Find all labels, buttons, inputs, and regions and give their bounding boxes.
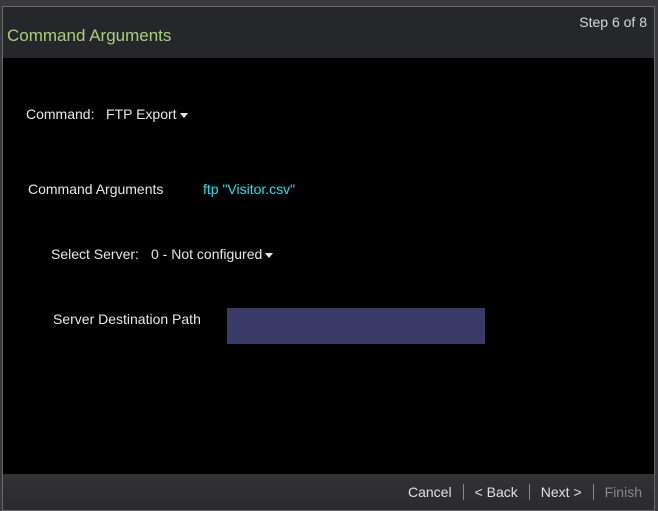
- wizard-footer: Cancel < Back Next > Finish: [3, 474, 654, 510]
- divider: [462, 484, 464, 500]
- chevron-down-icon: [265, 252, 274, 258]
- wizard-header: Command Arguments Step 6 of 8: [3, 7, 654, 58]
- server-dropdown[interactable]: 0 - Not configured: [151, 246, 274, 262]
- wizard-window: Command Arguments Step 6 of 8 Command: F…: [2, 6, 655, 511]
- server-path-label: Server Destination Path: [53, 311, 201, 327]
- next-button[interactable]: Next >: [541, 484, 582, 500]
- back-button[interactable]: < Back: [475, 484, 518, 500]
- cancel-button[interactable]: Cancel: [408, 484, 452, 500]
- chevron-down-icon: [179, 112, 188, 118]
- command-value: FTP Export: [106, 106, 177, 122]
- page-title: Command Arguments: [7, 26, 172, 45]
- step-indicator: Step 6 of 8: [579, 14, 647, 30]
- command-arguments-value: ftp "Visitor.csv": [203, 181, 296, 197]
- command-dropdown[interactable]: FTP Export: [106, 106, 188, 122]
- divider: [592, 484, 594, 500]
- command-label: Command:: [26, 106, 95, 122]
- command-arguments-label: Command Arguments: [28, 181, 164, 197]
- select-server-label: Select Server:: [51, 246, 139, 262]
- divider: [528, 484, 530, 500]
- server-value: 0 - Not configured: [151, 246, 263, 262]
- server-path-input[interactable]: [227, 308, 485, 344]
- finish-button[interactable]: Finish: [605, 484, 642, 500]
